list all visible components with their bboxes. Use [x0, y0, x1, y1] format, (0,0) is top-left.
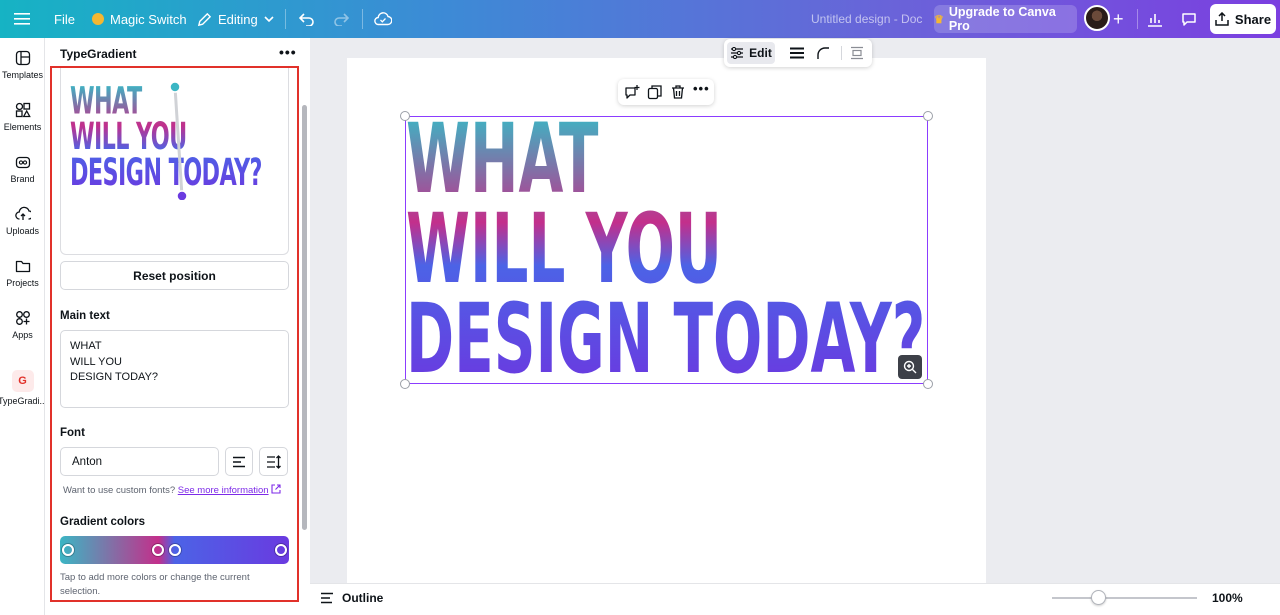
outline-button[interactable]: Outline	[320, 591, 383, 605]
magnify-button[interactable]	[898, 355, 922, 379]
trash-icon[interactable]	[670, 84, 686, 100]
share-button[interactable]: Share	[1210, 4, 1276, 34]
corner-rounding-icon[interactable]	[816, 46, 830, 60]
rail-item-templates[interactable]: Templates	[0, 50, 45, 80]
brand-icon	[15, 156, 30, 169]
zoom-slider-knob[interactable]	[1091, 590, 1106, 605]
edit-button[interactable]: Edit	[727, 42, 775, 64]
add-comment-icon[interactable]	[624, 84, 640, 100]
rail-label: Elements	[3, 122, 42, 132]
outline-label: Outline	[342, 591, 384, 605]
context-toolbar: Edit	[724, 39, 872, 67]
selection-box	[405, 116, 928, 384]
crown-icon: ♛	[934, 13, 944, 26]
rail-item-brand[interactable]: Brand	[0, 154, 45, 184]
rail-item-projects[interactable]: Projects	[0, 258, 45, 288]
rail-item-apps[interactable]: Apps	[0, 310, 45, 340]
hamburger-icon[interactable]	[14, 0, 30, 38]
resize-handle[interactable]	[923, 379, 933, 389]
templates-icon	[15, 50, 30, 66]
comment-icon[interactable]	[1181, 0, 1197, 38]
rail-label: TypeGradi...	[0, 396, 48, 406]
upgrade-label: Upgrade to Canva Pro	[948, 5, 1056, 33]
file-menu[interactable]: File	[54, 0, 75, 38]
panel-scrollbar[interactable]	[302, 105, 307, 530]
rail-label: Brand	[10, 174, 35, 184]
chevron-down-icon	[264, 16, 274, 23]
share-label: Share	[1234, 11, 1272, 27]
typegradient-app-icon: G	[11, 370, 34, 392]
add-collaborator-icon[interactable]: +	[1113, 0, 1124, 38]
duplicate-icon[interactable]	[647, 84, 663, 100]
zoom-slider[interactable]	[1052, 597, 1197, 599]
divider	[1137, 9, 1138, 29]
upload-icon	[1215, 12, 1229, 26]
insights-icon[interactable]	[1147, 0, 1163, 38]
zoom-value[interactable]: 100%	[1212, 591, 1243, 605]
apps-icon	[15, 311, 30, 325]
crown-icon	[92, 13, 104, 25]
resize-handle[interactable]	[400, 111, 410, 121]
panel-highlight	[50, 66, 299, 602]
side-rail: Templates Elements Brand Uploads Project…	[0, 38, 48, 615]
rail-item-typegradient[interactable]: G TypeGradi...	[0, 370, 48, 406]
redo-icon[interactable]	[333, 0, 349, 38]
panel-title: TypeGradient	[60, 47, 137, 61]
sliders-icon	[731, 47, 744, 59]
more-options-icon[interactable]: •••	[693, 81, 710, 96]
avatar[interactable]	[1084, 5, 1110, 31]
undo-icon[interactable]	[299, 0, 315, 38]
editing-mode-button[interactable]: Editing	[197, 0, 274, 38]
bottom-bar: Outline 100%	[310, 583, 1280, 615]
rail-item-uploads[interactable]: Uploads	[0, 206, 45, 236]
rail-item-elements[interactable]: Elements	[0, 102, 45, 132]
resize-handle[interactable]	[400, 379, 410, 389]
pencil-icon	[197, 12, 212, 26]
rail-label: Templates	[1, 70, 44, 80]
folder-icon	[15, 260, 30, 273]
position-icon[interactable]	[850, 46, 864, 60]
divider	[285, 9, 286, 29]
rail-label: Apps	[12, 330, 33, 340]
line-weight-icon[interactable]	[790, 47, 804, 59]
more-options-icon[interactable]: •••	[279, 44, 297, 60]
elements-icon	[15, 102, 31, 118]
rail-label: Projects	[6, 278, 39, 288]
rail-label: Uploads	[5, 226, 40, 236]
outline-icon	[321, 592, 333, 604]
divider	[362, 9, 363, 29]
magic-switch-label: Magic Switch	[110, 11, 187, 27]
edit-label: Edit	[749, 46, 772, 60]
magic-switch-button[interactable]: Magic Switch	[92, 0, 187, 38]
element-toolbar: •••	[618, 79, 714, 105]
uploads-icon	[14, 206, 31, 220]
editing-label: Editing	[218, 11, 258, 27]
resize-handle[interactable]	[923, 111, 933, 121]
zoom-in-icon	[903, 360, 917, 374]
cloud-sync-icon[interactable]	[374, 0, 392, 38]
upgrade-button[interactable]: ♛ Upgrade to Canva Pro	[934, 5, 1077, 33]
divider	[841, 46, 842, 60]
document-title[interactable]: Untitled design - Doc	[811, 0, 922, 38]
top-bar: File Magic Switch Editing Untitled desig…	[0, 0, 1280, 38]
